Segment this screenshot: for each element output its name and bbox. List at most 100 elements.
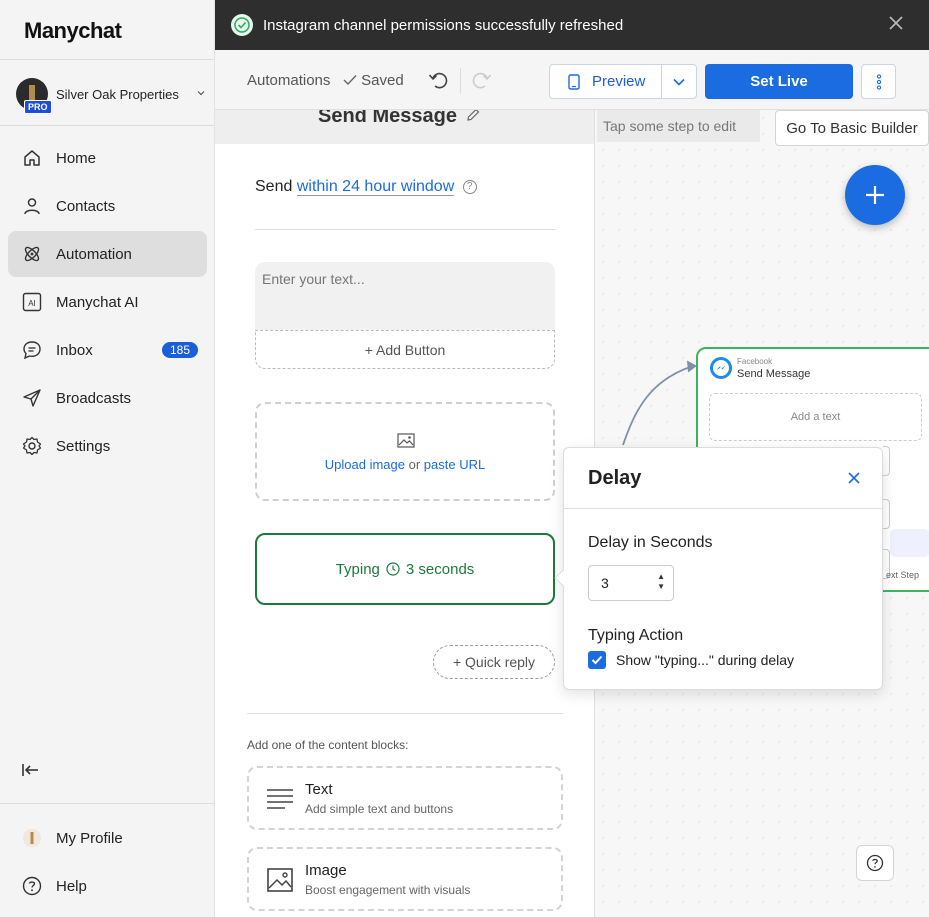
block-title: Image — [305, 862, 347, 879]
delay-seconds-label: Delay in Seconds — [588, 534, 713, 551]
add-button-button[interactable]: + Add Button — [255, 330, 555, 369]
collapse-sidebar-icon[interactable] — [20, 760, 44, 784]
upload-image-link[interactable]: Upload image — [325, 457, 405, 472]
messenger-icon — [710, 357, 732, 379]
redo-icon[interactable] — [471, 69, 495, 93]
sidebar-divider — [0, 59, 214, 60]
atom-icon — [22, 244, 42, 264]
image-upload-zone[interactable]: Upload image or paste URL — [255, 402, 555, 501]
preview-dropdown-button[interactable] — [662, 78, 696, 86]
undo-icon[interactable] — [427, 69, 451, 93]
help-circle-icon — [22, 876, 42, 896]
chat-bubble-icon — [22, 340, 42, 360]
node-source: Facebook — [737, 357, 773, 366]
profile-avatar-icon — [22, 828, 42, 848]
home-icon — [22, 148, 42, 168]
checkbox-label: Show "typing..." during delay — [616, 652, 795, 668]
typing-delay-block[interactable]: Typing 3 seconds — [255, 533, 555, 605]
chevron-down-icon — [673, 78, 685, 86]
sidebar-item-label: Home — [56, 149, 97, 167]
image-icon — [397, 433, 415, 448]
node-button-slot — [883, 446, 890, 476]
go-to-basic-builder-button[interactable]: Go To Basic Builder — [775, 110, 929, 146]
editor-title: Send Message — [318, 110, 457, 127]
account-switcher[interactable]: PRO Silver Oak Properties — [16, 76, 206, 114]
saved-status: Saved — [343, 72, 404, 89]
gear-icon — [22, 436, 42, 456]
typing-label: Typing — [335, 560, 380, 578]
upload-text: Upload image or paste URL — [257, 457, 553, 472]
pencil-icon[interactable] — [466, 110, 482, 124]
help-circle-icon — [866, 854, 884, 872]
send-icon — [22, 388, 42, 408]
sidebar-item-label: Inbox — [56, 341, 93, 359]
sidebar-item-label: Settings — [56, 437, 111, 455]
text-lines-icon — [267, 787, 293, 811]
divider — [255, 229, 555, 230]
preview-button[interactable]: Preview — [550, 65, 662, 98]
add-step-button[interactable] — [845, 165, 905, 225]
svg-text:AI: AI — [28, 299, 36, 308]
sidebar: Manychat PRO Silver Oak Properties Home … — [0, 0, 215, 917]
typing-duration: 3 seconds — [405, 560, 475, 578]
sidebar-item-home[interactable]: Home — [8, 135, 207, 181]
paste-url-link[interactable]: paste URL — [424, 457, 485, 472]
block-title: Text — [305, 781, 333, 798]
image-block-option[interactable]: Image Boost engagement with visuals — [247, 847, 563, 911]
delay-popover: Delay Delay in Seconds 3 ▲ ▼ Typing Actio… — [554, 447, 883, 690]
delay-seconds-value: 3 — [601, 575, 609, 591]
send-message-editor: Send Message Send within 24 hour window … — [215, 110, 595, 917]
node-title: Send Message — [737, 368, 811, 380]
send-prefix: Send — [255, 178, 293, 195]
manychat-logo[interactable]: Manychat — [24, 18, 122, 44]
quick-reply-button[interactable]: + Quick reply — [433, 645, 555, 679]
divider — [564, 508, 882, 509]
sidebar-item-automation[interactable]: Automation — [8, 231, 207, 277]
node-button-slot — [883, 499, 890, 529]
help-button[interactable] — [856, 845, 894, 881]
more-options-button[interactable] — [861, 64, 896, 99]
sidebar-item-manychat-ai[interactable]: AI Manychat AI — [8, 279, 207, 325]
node-next-step[interactable]: ext Step — [886, 570, 919, 580]
number-stepper-icon[interactable]: ▲ ▼ — [657, 572, 665, 592]
upload-or: or — [408, 457, 421, 472]
sidebar-item-my-profile[interactable]: My Profile — [8, 815, 207, 861]
sidebar-item-contacts[interactable]: Contacts — [8, 183, 207, 229]
ai-icon: AI — [22, 292, 42, 312]
account-name: Silver Oak Properties — [56, 86, 179, 102]
block-subtitle: Boost engagement with visuals — [305, 883, 471, 897]
chevron-down-icon — [196, 88, 206, 101]
close-icon[interactable] — [847, 471, 863, 487]
node-add-text[interactable]: Add a text — [709, 393, 922, 441]
toast-message: Instagram channel permissions successful… — [263, 16, 624, 34]
canvas-hint: Tap some step to edit — [597, 110, 760, 142]
node-quick-reply-slot — [890, 529, 929, 557]
phone-icon — [568, 73, 580, 90]
question-mark-icon[interactable]: ? — [462, 179, 477, 194]
text-block-option[interactable]: Text Add simple text and buttons — [247, 766, 563, 830]
saved-label: Saved — [361, 72, 404, 89]
plus-icon — [864, 184, 886, 206]
close-icon[interactable] — [887, 14, 907, 34]
preview-label: Preview — [592, 73, 646, 90]
message-text-input[interactable] — [255, 262, 555, 330]
clock-icon — [386, 562, 400, 576]
inbox-count-badge: 185 — [161, 342, 198, 358]
checkbox-checked-icon[interactable] — [588, 651, 606, 669]
sidebar-item-label: Broadcasts — [56, 389, 132, 407]
send-window-link[interactable]: within 24 hour window — [296, 178, 455, 196]
sidebar-item-help[interactable]: Help — [8, 863, 207, 909]
set-live-button[interactable]: Set Live — [705, 64, 853, 99]
delay-seconds-input[interactable]: 3 ▲ ▼ — [588, 565, 674, 601]
breadcrumb-automations[interactable]: Automations — [247, 72, 330, 89]
block-subtitle: Add simple text and buttons — [305, 802, 454, 816]
sidebar-item-label: Automation — [56, 245, 132, 263]
sidebar-item-broadcasts[interactable]: Broadcasts — [8, 375, 207, 421]
divider — [247, 713, 563, 714]
sidebar-divider — [0, 125, 214, 126]
show-typing-checkbox-row[interactable]: Show "typing..." during delay — [588, 651, 794, 669]
vertical-dots-icon — [876, 73, 882, 90]
sidebar-item-settings[interactable]: Settings — [8, 423, 207, 469]
sidebar-item-inbox[interactable]: Inbox 185 — [8, 327, 207, 373]
send-window-row: Send within 24 hour window ? — [255, 178, 477, 196]
